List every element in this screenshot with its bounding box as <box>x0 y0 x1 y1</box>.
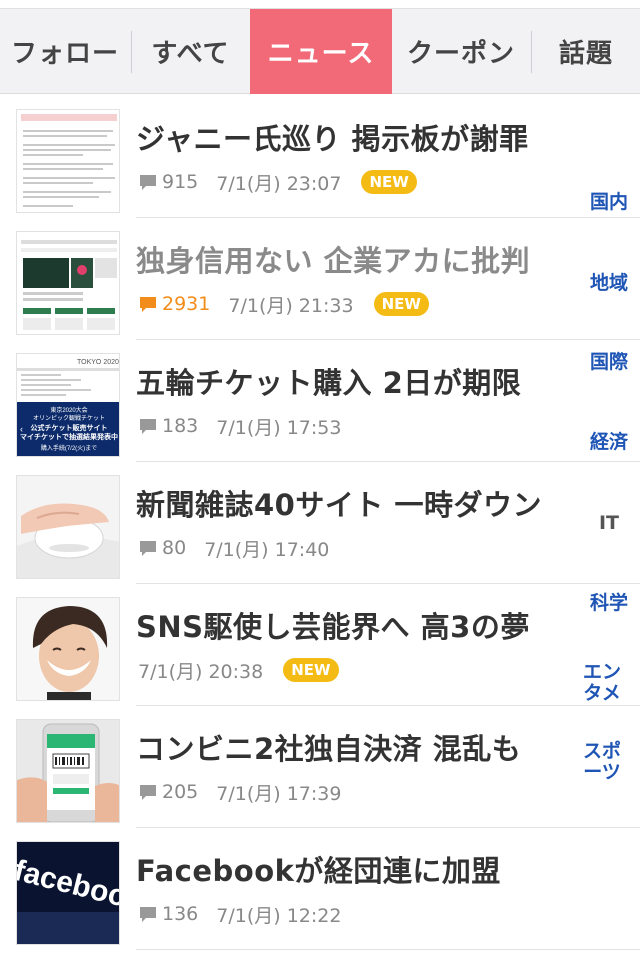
comment-icon <box>138 904 158 924</box>
news-article-row[interactable]: コンビニ2社独自決済 混乱も 205 7/1(月) 17:39 <box>0 706 640 828</box>
mouse-photo-image <box>17 476 119 578</box>
article-date: 7/1(月) 17:39 <box>216 782 342 805</box>
comment-count: 205 <box>162 781 199 803</box>
category-label-line: スポ <box>582 740 621 762</box>
tab-topics[interactable]: 話題 <box>532 9 640 94</box>
article-thumbnail <box>16 719 120 823</box>
article-thumbnail <box>16 109 120 213</box>
tab-all-label: すべて <box>151 39 230 69</box>
tab-news[interactable]: ニュース <box>250 9 392 94</box>
comment-icon <box>138 416 158 436</box>
comment-icon <box>138 782 158 802</box>
news-article-row[interactable]: SNS駆使し芸能界へ 高3の夢 7/1(月) 20:38 NEW <box>0 584 640 706</box>
article-meta: 2931 7/1(月) 21:33 NEW <box>138 290 429 318</box>
website-screenshot-image <box>17 232 119 334</box>
tokyo-line4-text: マイチケットで抽選結果発表中 <box>20 432 118 441</box>
category-link-sports[interactable]: スポ ーツ <box>572 741 632 783</box>
news-article-row[interactable]: facebook Facebookが経団連に加盟 136 7/1(月) 12:2… <box>0 828 640 950</box>
comment-icon <box>138 172 158 192</box>
comment-count: 136 <box>162 903 199 925</box>
article-meta: 80 7/1(月) 17:40 <box>138 534 349 562</box>
news-article-row[interactable]: ジャニー氏巡り 掲示板が謝罪 915 7/1(月) 23:07 NEW <box>0 96 640 218</box>
article-meta: 205 7/1(月) 17:39 <box>138 778 361 806</box>
tab-topics-label: 話題 <box>558 39 613 69</box>
article-meta: 183 7/1(月) 17:53 <box>138 412 361 440</box>
tab-news-label: ニュース <box>267 39 375 69</box>
comment-count: 183 <box>162 415 199 437</box>
tab-follow-label: フォロー <box>10 39 119 69</box>
article-title[interactable]: Facebookが経団連に加盟 <box>136 848 501 890</box>
tokyo-header-text: TOKYO 2020 <box>77 359 119 366</box>
news-article-row[interactable]: 独身信用ない 企業アカに批判 2931 7/1(月) 21:33 NEW <box>0 218 640 340</box>
new-badge: NEW <box>361 170 417 194</box>
article-date: 7/1(月) 20:38 <box>138 660 264 683</box>
article-thumbnail: facebook <box>16 841 120 945</box>
article-meta: 915 7/1(月) 23:07 NEW <box>138 168 417 196</box>
row-divider <box>136 949 640 950</box>
category-link-science[interactable]: 科学 <box>579 593 639 614</box>
person-photo-image <box>17 598 119 700</box>
tokyo-line1-text: 東京2020大会 <box>50 406 87 414</box>
news-article-row[interactable]: 新聞雑誌40サイト 一時ダウン 80 7/1(月) 17:40 <box>0 462 640 584</box>
tab-follow[interactable]: フォロー <box>0 9 130 94</box>
article-thumbnail <box>16 475 120 579</box>
article-title[interactable]: 独身信用ない 企業アカに批判 <box>136 238 530 280</box>
article-date: 7/1(月) 17:53 <box>216 416 342 439</box>
tokyo-2020-screenshot-image: TOKYO 2020 東京2020大会 オリンピック観戦チケット 公式チケット販… <box>17 354 119 456</box>
article-title[interactable]: 新聞雑誌40サイト 一時ダウン <box>136 482 542 524</box>
category-link-it[interactable]: IT <box>579 513 639 534</box>
category-label-line: エン <box>582 661 621 683</box>
article-thumbnail <box>16 597 120 701</box>
category-link-entertainment[interactable]: エン タメ <box>572 662 632 704</box>
article-title[interactable]: 五輪チケット購入 2日が期限 <box>136 360 521 402</box>
category-link-domestic[interactable]: 国内 <box>579 192 639 213</box>
comment-icon <box>138 538 158 558</box>
new-badge: NEW <box>373 292 429 316</box>
comment-icon <box>138 294 158 314</box>
tokyo-line3-text: 公式チケット販売サイト <box>31 423 108 432</box>
tokyo-line5-text: 購入手続(7/2(火)まで <box>41 444 97 452</box>
news-article-row[interactable]: TOKYO 2020 東京2020大会 オリンピック観戦チケット 公式チケット販… <box>0 340 640 462</box>
category-link-regional[interactable]: 地域 <box>579 273 639 294</box>
category-link-economy[interactable]: 経済 <box>579 432 639 453</box>
svg-text:‹: ‹ <box>20 424 23 434</box>
article-date: 7/1(月) 21:33 <box>228 294 354 317</box>
article-title[interactable]: コンビニ2社独自決済 混乱も <box>136 726 521 768</box>
article-title[interactable]: ジャニー氏巡り 掲示板が謝罪 <box>136 116 529 158</box>
article-thumbnail: TOKYO 2020 東京2020大会 オリンピック観戦チケット 公式チケット販… <box>16 353 120 457</box>
document-screenshot-image <box>17 110 119 212</box>
tab-all[interactable]: すべて <box>132 9 249 94</box>
article-date: 7/1(月) 17:40 <box>204 538 330 561</box>
comment-count: 2931 <box>162 293 211 315</box>
article-meta: 7/1(月) 20:38 NEW <box>138 656 339 684</box>
article-thumbnail <box>16 231 120 335</box>
category-link-international[interactable]: 国際 <box>579 352 639 373</box>
facebook-logo-photo-image: facebook <box>17 842 119 944</box>
category-label-line: ーツ <box>583 761 621 783</box>
tab-coupon[interactable]: クーポン <box>392 9 530 94</box>
new-badge: NEW <box>283 658 339 682</box>
tokyo-line2-text: オリンピック観戦チケット <box>33 414 105 422</box>
smartphone-payment-photo-image <box>17 720 119 822</box>
comment-count: 915 <box>162 171 199 193</box>
article-title[interactable]: SNS駆使し芸能界へ 高3の夢 <box>136 604 530 646</box>
category-tab-bar: フォロー すべて ニュース クーポン 話題 <box>0 8 640 94</box>
tab-coupon-label: クーポン <box>406 39 515 69</box>
comment-count: 80 <box>162 537 187 559</box>
article-meta: 136 7/1(月) 12:22 <box>138 900 361 928</box>
category-label-line: タメ <box>583 682 621 704</box>
article-date: 7/1(月) 12:22 <box>216 904 342 927</box>
article-date: 7/1(月) 23:07 <box>216 172 342 195</box>
